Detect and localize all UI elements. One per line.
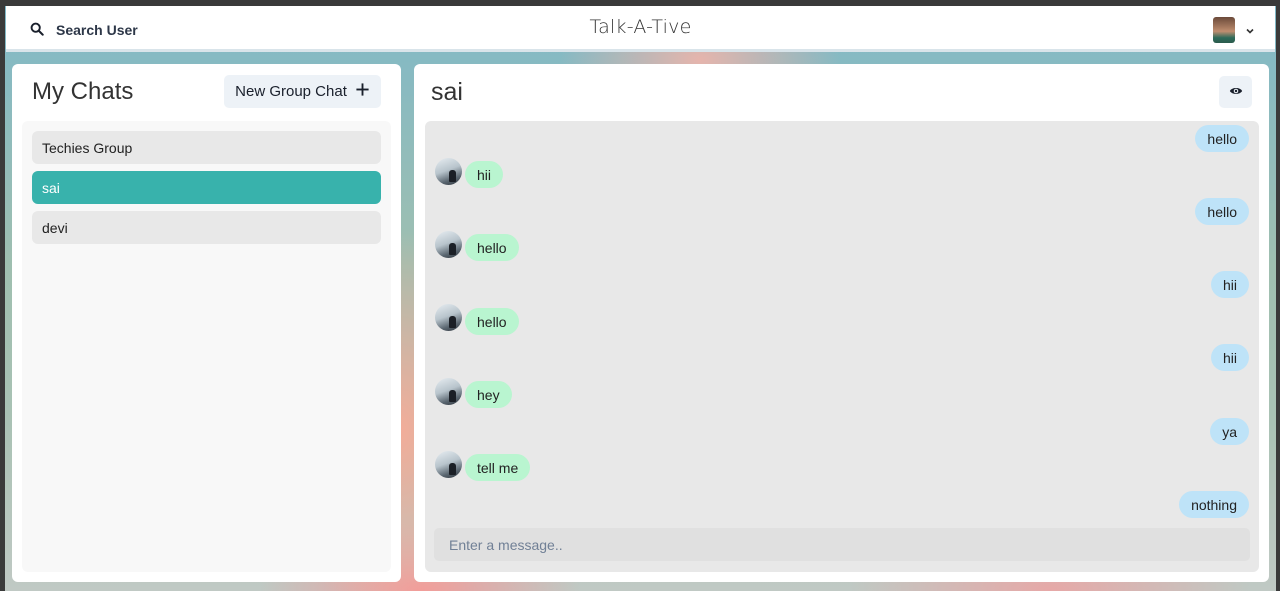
message-sent: hello xyxy=(1195,125,1249,152)
chat-item-techies-group[interactable]: Techies Group xyxy=(32,131,381,164)
eye-icon xyxy=(1229,83,1243,102)
top-bar: Search User Talk-A-Tive xyxy=(6,6,1275,52)
message-sent: ya xyxy=(1210,418,1249,445)
chat-item-label: Techies Group xyxy=(42,139,133,156)
app-title: Talk-A-Tive xyxy=(589,16,692,38)
message-sent: hii xyxy=(1210,271,1249,298)
chat-item-label: sai xyxy=(42,179,60,196)
user-avatar xyxy=(1213,17,1235,43)
message-received: hii xyxy=(465,161,504,188)
sender-avatar xyxy=(435,378,462,405)
message-received: hello xyxy=(465,234,519,261)
chat-panel: sai hello hii hello hello hii hello hii … xyxy=(414,64,1269,582)
message-sent: hii xyxy=(1210,344,1249,371)
chat-item-label: devi xyxy=(42,219,68,236)
message-received: tell me xyxy=(465,454,531,481)
messages-area[interactable]: hello hii hello hello hii hello hii hey … xyxy=(425,121,1259,572)
message-sent: nothing xyxy=(1179,491,1249,518)
message-received: hey xyxy=(465,381,512,408)
my-chats-panel: My Chats New Group Chat Techies Group sa… xyxy=(12,64,401,582)
new-group-chat-label: New Group Chat xyxy=(235,83,347,100)
message-received: hello xyxy=(465,308,519,335)
my-chats-title: My Chats xyxy=(32,78,134,105)
sender-avatar xyxy=(435,231,462,258)
window-frame-left xyxy=(0,0,5,591)
sender-avatar xyxy=(435,451,462,478)
window-frame-right xyxy=(1276,0,1280,591)
chat-title: sai xyxy=(431,78,463,106)
message-input[interactable] xyxy=(434,528,1250,561)
message-sent: hello xyxy=(1195,198,1249,225)
chevron-down-icon xyxy=(1245,21,1255,40)
profile-menu-button[interactable] xyxy=(1213,14,1255,46)
sender-avatar xyxy=(435,158,462,185)
view-profile-button[interactable] xyxy=(1219,76,1252,108)
sender-avatar xyxy=(435,304,462,331)
new-group-chat-button[interactable]: New Group Chat xyxy=(224,75,381,108)
chat-list: Techies Group sai devi xyxy=(22,121,391,572)
plus-icon xyxy=(355,82,370,101)
chat-item-devi[interactable]: devi xyxy=(32,211,381,244)
chat-item-sai[interactable]: sai xyxy=(32,171,381,204)
